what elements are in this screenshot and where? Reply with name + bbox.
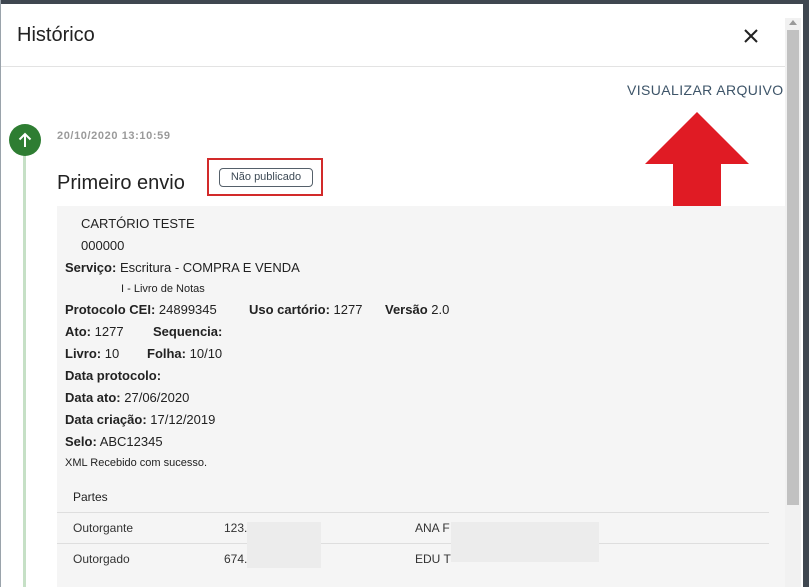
service-value: Escritura - COMPRA E VENDA bbox=[119, 260, 300, 275]
folha-value: 10/10 bbox=[189, 346, 223, 361]
ato-label: Ato: bbox=[65, 324, 91, 339]
versao-value: 2.0 bbox=[431, 302, 450, 317]
ato-row: Ato: 1277 bbox=[65, 324, 124, 339]
data-ato-value: 27/06/2020 bbox=[124, 390, 190, 405]
data-criacao-row: Data criação: 17/12/2019 bbox=[65, 412, 215, 427]
service-row: Serviço: Escritura - COMPRA E VENDA bbox=[65, 260, 300, 275]
sequencia-label: Sequencia: bbox=[153, 324, 223, 339]
close-button[interactable] bbox=[737, 22, 765, 50]
livro-value: 10 bbox=[104, 346, 120, 361]
selo-label: Selo: bbox=[65, 434, 97, 449]
data-ato-label: Data ato: bbox=[65, 390, 121, 405]
timeline-dot bbox=[9, 124, 41, 156]
versao-row: Versão 2.0 bbox=[385, 302, 449, 317]
folha-row: Folha: 10/10 bbox=[147, 346, 222, 361]
livro-label: Livro: bbox=[65, 346, 102, 361]
entry-timestamp: 20/10/2020 13:10:59 bbox=[57, 130, 171, 142]
protocol-cei-row: Protocolo CEI: 24899345 bbox=[65, 302, 217, 317]
redaction-block bbox=[247, 522, 321, 568]
protocol-cei-value: 24899345 bbox=[158, 302, 217, 317]
backdrop-edge bbox=[803, 0, 809, 587]
history-dialog: Histórico VISUALIZAR ARQUIVO 20/10/2020 … bbox=[1, 4, 803, 587]
timeline-line bbox=[23, 154, 26, 587]
uso-cartorio-row: Uso cartório: 1277 bbox=[249, 302, 362, 317]
table-row: Outorgante 123. ANA F bbox=[57, 512, 769, 542]
dialog-content: VISUALIZAR ARQUIVO 20/10/2020 13:10:59 P… bbox=[1, 68, 785, 587]
data-criacao-label: Data criação: bbox=[65, 412, 147, 427]
service-label: Serviço: bbox=[65, 260, 117, 275]
scroll-up-arrow-icon[interactable] bbox=[789, 20, 797, 25]
selo-value: ABC12345 bbox=[99, 434, 163, 449]
ato-value: 1277 bbox=[94, 324, 124, 339]
protocol-cei-label: Protocolo CEI: bbox=[65, 302, 156, 317]
party-document: 674. bbox=[224, 552, 248, 566]
dialog-header: Histórico bbox=[1, 4, 785, 67]
arrow-up-icon bbox=[18, 132, 32, 147]
data-criacao-value: 17/12/2019 bbox=[150, 412, 216, 427]
status-badge: Não publicado bbox=[219, 168, 313, 187]
dialog-title: Histórico bbox=[17, 24, 95, 46]
sequencia-row: Sequencia: bbox=[153, 324, 222, 339]
close-icon bbox=[744, 29, 758, 43]
party-role: Outorgante bbox=[73, 521, 134, 535]
redaction-block bbox=[451, 522, 599, 562]
red-arrow-up-annotation-icon bbox=[645, 112, 749, 214]
registry-code: 000000 bbox=[81, 238, 125, 253]
versao-label: Versão bbox=[385, 302, 428, 317]
table-row: Outorgado 674. EDU T bbox=[57, 543, 769, 573]
registry-name: CARTÓRIO TESTE bbox=[81, 216, 195, 231]
party-name: ANA F bbox=[415, 521, 450, 535]
folha-label: Folha: bbox=[147, 346, 186, 361]
data-protocolo-label: Data protocolo: bbox=[65, 368, 162, 383]
data-protocolo-row: Data protocolo: bbox=[65, 368, 161, 383]
uso-cartorio-label: Uso cartório: bbox=[249, 302, 330, 317]
livro-row: Livro: 10 bbox=[65, 346, 119, 361]
parts-header: Partes bbox=[73, 490, 108, 504]
party-name: EDU T bbox=[415, 552, 451, 566]
party-role: Outorgado bbox=[73, 552, 130, 566]
book-type: I - Livro de Notas bbox=[121, 283, 205, 295]
scrollbar-thumb[interactable] bbox=[787, 30, 799, 505]
entry-details: CARTÓRIO TESTE 000000 Serviço: Escritura… bbox=[57, 206, 785, 587]
party-document: 123. bbox=[224, 521, 248, 535]
data-ato-row: Data ato: 27/06/2020 bbox=[65, 390, 189, 405]
view-file-button[interactable]: VISUALIZAR ARQUIVO bbox=[627, 82, 784, 98]
entry-title: Primeiro envio bbox=[57, 172, 185, 194]
selo-row: Selo: ABC12345 bbox=[65, 434, 163, 449]
uso-cartorio-value: 1277 bbox=[333, 302, 363, 317]
status-message: XML Recebido com sucesso. bbox=[65, 457, 208, 469]
